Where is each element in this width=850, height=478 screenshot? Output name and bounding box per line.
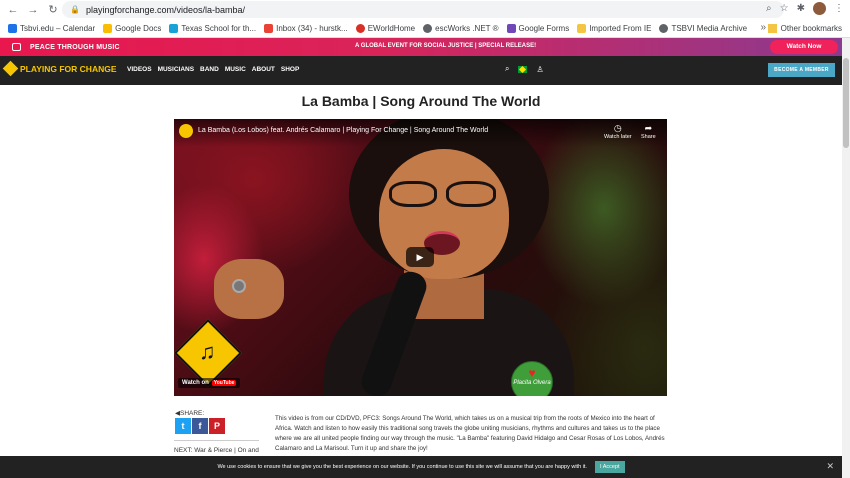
bookmark-item[interactable]: Imported From IE xyxy=(577,23,651,33)
more-bookmarks-icon[interactable]: » xyxy=(760,22,766,33)
next-video-link[interactable]: NEXT: War & Pierce | On and xyxy=(174,447,259,454)
guitarist-icon: ♫ xyxy=(199,339,216,364)
folder-icon xyxy=(577,23,587,33)
video-description: This video is from our CD/DVD, PFC3: Son… xyxy=(275,415,665,452)
gmail-icon xyxy=(264,23,274,33)
bookmark-item[interactable]: TSBVI Media Archive xyxy=(659,23,747,33)
address-bar[interactable]: 🔒 playingforchange.com/videos/la-bamba/ xyxy=(62,1,784,18)
menu-icon[interactable]: ⋮ xyxy=(834,3,844,14)
extensions-icon[interactable]: ✱ xyxy=(797,3,805,14)
youtube-icon: YouTube xyxy=(211,380,237,386)
video-glasses-right xyxy=(446,181,496,207)
bookmark-icon xyxy=(169,23,179,33)
share-buttons: t f P xyxy=(175,418,225,434)
url-text: playingforchange.com/videos/la-bamba/ xyxy=(85,4,246,15)
close-icon[interactable]: ✕ xyxy=(826,461,834,472)
clock-icon: ◷ xyxy=(613,123,622,133)
video-hand xyxy=(214,259,284,319)
forward-icon[interactable]: → xyxy=(26,3,40,17)
video-title[interactable]: La Bamba (Los Lobos) feat. Andrés Calama… xyxy=(198,127,488,134)
bookmarks-bar: Tsbvi.edu – Calendar Google Docs Texas S… xyxy=(0,19,850,38)
watch-later-button[interactable]: ◷ Watch later xyxy=(604,123,632,140)
cookie-banner: We use cookies to ensure that we give yo… xyxy=(0,456,842,478)
search-icon[interactable]: ⌕ xyxy=(766,3,772,14)
become-member-button[interactable]: BECOME A MEMBER xyxy=(768,63,835,77)
watch-on-youtube-button[interactable]: Watch on YouTube xyxy=(178,378,241,388)
video-ring xyxy=(232,279,246,293)
bookmark-icon xyxy=(8,23,17,33)
forms-icon xyxy=(506,23,516,33)
accept-cookies-button[interactable]: I Accept xyxy=(594,461,625,473)
play-button[interactable]: ▶ xyxy=(406,247,434,267)
menu-about[interactable]: ABOUT xyxy=(252,66,275,73)
share-arrow-icon: ➦ xyxy=(644,123,653,133)
bookmark-icon xyxy=(355,23,365,33)
promo-left-text: PEACE THROUGH MUSIC xyxy=(30,43,120,51)
folder-icon xyxy=(767,24,777,33)
twitter-share-button[interactable]: t xyxy=(175,418,191,434)
menu-musicians[interactable]: MUSICIANS xyxy=(158,66,194,73)
reload-icon[interactable]: ↻ xyxy=(46,3,60,17)
scrollbar-thumb[interactable] xyxy=(843,58,849,148)
back-icon[interactable]: ← xyxy=(6,3,20,17)
site-navigation: PLAYING FOR CHANGE VIDEOS MUSICIANS BAND… xyxy=(0,56,842,85)
star-icon[interactable]: ☆ xyxy=(780,3,789,14)
globe-icon xyxy=(659,23,669,33)
menu-videos[interactable]: VIDEOS xyxy=(127,66,152,73)
globe-icon xyxy=(423,23,433,33)
bookmark-item[interactable]: Google Docs xyxy=(103,23,161,33)
page-title: La Bamba | Song Around The World xyxy=(301,93,541,109)
bookmark-item[interactable]: Tsbvi.edu – Calendar xyxy=(8,23,95,33)
tv-icon xyxy=(12,43,21,51)
share-label: ◀SHARE: xyxy=(175,410,205,417)
menu-band[interactable]: BAND xyxy=(200,66,219,73)
cookie-text: We use cookies to ensure that we give yo… xyxy=(217,464,587,470)
site-logo[interactable]: PLAYING FOR CHANGE xyxy=(2,60,117,77)
bookmark-item[interactable]: Google Forms xyxy=(506,23,569,33)
user-icon[interactable]: ♙ xyxy=(536,65,543,74)
video-player[interactable]: La Bamba (Los Lobos) feat. Andrés Calama… xyxy=(174,119,667,396)
pinterest-share-button[interactable]: P xyxy=(209,418,225,434)
video-face xyxy=(379,149,509,279)
other-bookmarks[interactable]: Other bookmarks xyxy=(767,24,842,33)
profile-avatar[interactable] xyxy=(813,2,826,15)
menu-music[interactable]: MUSIC xyxy=(225,66,246,73)
divider xyxy=(174,440,259,441)
facebook-share-button[interactable]: f xyxy=(192,418,208,434)
language-flag-icon[interactable] xyxy=(518,65,528,73)
lock-icon: 🔒 xyxy=(70,5,80,14)
placita-olvera-badge: ♥ Placita Olvera xyxy=(511,361,553,396)
share-video-button[interactable]: ➦ Share xyxy=(641,123,656,140)
promo-center-text[interactable]: A GLOBAL EVENT FOR SOCIAL JUSTICE | SPEC… xyxy=(355,43,536,49)
menu-shop[interactable]: SHOP xyxy=(281,66,299,73)
main-menu: VIDEOS MUSICIANS BAND MUSIC ABOUT SHOP xyxy=(127,66,299,73)
bookmark-item[interactable]: EWorldHome xyxy=(355,23,415,33)
channel-avatar[interactable] xyxy=(179,124,193,138)
browser-chrome: ← → ↻ 🔒 playingforchange.com/videos/la-b… xyxy=(0,0,850,38)
video-glasses-left xyxy=(389,181,437,207)
bookmark-icon xyxy=(103,23,113,33)
logo-icon xyxy=(2,60,19,77)
bookmark-item[interactable]: Inbox (34) - hurstk... xyxy=(264,23,348,33)
bookmark-item[interactable]: escWorks .NET ® xyxy=(423,23,499,33)
heart-icon: ♥ xyxy=(528,366,536,380)
bookmark-item[interactable]: Texas School for th... xyxy=(169,23,256,33)
scrollbar[interactable] xyxy=(842,38,850,478)
promo-banner: PEACE THROUGH MUSIC A GLOBAL EVENT FOR S… xyxy=(0,38,842,56)
watch-now-button[interactable]: Watch Now xyxy=(770,40,838,54)
search-icon[interactable]: ⌕ xyxy=(505,64,509,74)
